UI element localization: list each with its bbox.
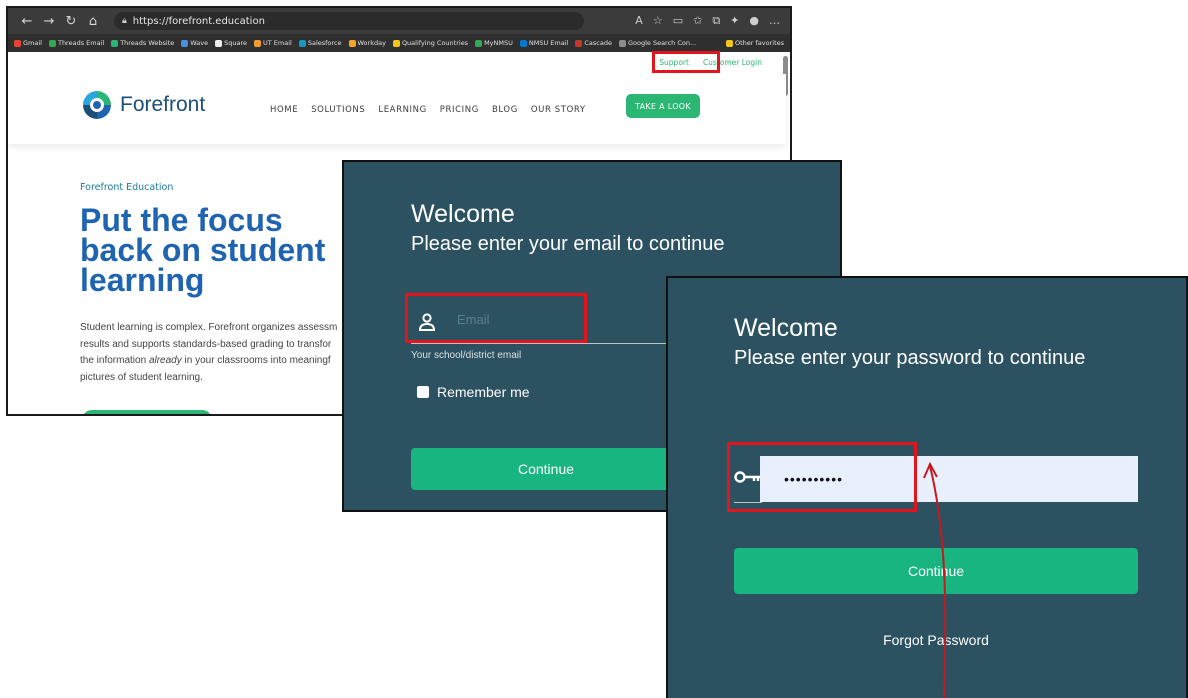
bookmarks-bar: Gmail Threads Email Threads Website Wave… xyxy=(8,34,790,52)
email-continue-button[interactable]: Continue xyxy=(411,448,681,490)
site-logo[interactable]: Forefront xyxy=(80,88,205,122)
more-icon[interactable]: … xyxy=(769,14,780,28)
collections-icon[interactable]: ⧉ xyxy=(712,14,720,28)
extensions-icon[interactable]: ✦ xyxy=(730,14,739,28)
nav-learning[interactable]: LEARNING xyxy=(378,105,426,115)
nav-home[interactable]: HOME xyxy=(270,105,298,115)
bookmark-item[interactable]: Workday xyxy=(348,39,386,47)
nav-pricing[interactable]: PRICING xyxy=(440,105,479,115)
hero-body-line: results and supports standards-based gra… xyxy=(80,338,332,350)
nav-solutions[interactable]: SOLUTIONS xyxy=(311,105,365,115)
hero-eyebrow: Forefront Education xyxy=(80,182,174,193)
bookmark-item[interactable]: Google Search Con... xyxy=(618,39,696,47)
favorites-icon[interactable]: ✩ xyxy=(693,14,702,28)
home-icon[interactable]: ⌂ xyxy=(82,14,104,29)
lock-icon: 🔒︎ xyxy=(122,16,127,26)
remember-me[interactable]: Remember me xyxy=(417,384,530,400)
browser-actions: A ☆ ▭ ✩ ⧉ ✦ ● … xyxy=(635,14,790,28)
email-helper-text: Your school/district email xyxy=(411,350,522,361)
hero-body: Student learning is complex. Forefront o… xyxy=(80,320,380,386)
remember-me-label: Remember me xyxy=(437,384,530,400)
bookmark-item[interactable]: Gmail xyxy=(14,39,42,47)
address-text: https://forefront.education xyxy=(132,15,265,27)
forgot-password-link[interactable]: Forgot Password xyxy=(734,632,1138,648)
favorite-star-icon[interactable]: ☆ xyxy=(653,14,663,28)
bookmark-item[interactable]: Wave xyxy=(181,39,208,47)
split-screen-icon[interactable]: ▭ xyxy=(673,14,683,28)
bookmark-item[interactable]: NMSU Email xyxy=(519,39,568,47)
hero-title: Put the focus back on student learning xyxy=(80,202,326,298)
bookmark-item[interactable]: Qualifying Countries xyxy=(392,39,468,47)
hero-body-line: the information already in your classroo… xyxy=(80,355,331,366)
forward-icon[interactable]: → xyxy=(38,14,60,29)
password-prompt: Please enter your password to continue xyxy=(734,347,1086,369)
take-a-look-button[interactable]: TAKE A LOOK xyxy=(626,94,700,118)
address-bar[interactable]: 🔒︎ https://forefront.education xyxy=(114,12,584,30)
read-aloud-icon[interactable]: A xyxy=(635,14,643,28)
bookmark-item[interactable]: Salesforce xyxy=(298,39,342,47)
welcome-heading: Welcome xyxy=(411,200,515,228)
forefront-logo-icon xyxy=(83,91,111,119)
back-icon[interactable]: ← xyxy=(16,14,38,29)
remember-me-checkbox[interactable] xyxy=(417,386,429,398)
bookmark-item[interactable]: MyNMSU xyxy=(475,39,513,47)
browser-toolbar: ← → ↻ ⌂ 🔒︎ https://forefront.education A… xyxy=(8,8,790,34)
hero-body-line: pictures of student learning. xyxy=(80,371,203,383)
main-nav: HOME SOLUTIONS LEARNING PRICING BLOG OUR… xyxy=(270,105,586,115)
hero-body-line: Student learning is complex. Forefront o… xyxy=(80,322,338,333)
bookmark-item[interactable]: UT Email xyxy=(254,39,292,47)
bookmark-item[interactable]: Square xyxy=(215,39,247,47)
highlight-email-field xyxy=(405,293,587,343)
highlight-password-field xyxy=(727,442,917,512)
refresh-icon[interactable]: ↻ xyxy=(60,14,82,29)
profile-icon[interactable]: ● xyxy=(749,14,759,28)
site-header: Forefront HOME SOLUTIONS LEARNING PRICIN… xyxy=(8,74,786,144)
hero-cta-button[interactable] xyxy=(82,410,212,414)
nav-blog[interactable]: BLOG xyxy=(492,105,518,115)
welcome-heading: Welcome xyxy=(734,314,838,342)
bookmark-item[interactable]: Threads Website xyxy=(111,39,174,47)
logo-text: Forefront xyxy=(120,93,206,116)
other-favorites[interactable]: Other favorites xyxy=(725,39,790,47)
nav-our-story[interactable]: OUR STORY xyxy=(531,105,586,115)
bookmark-item[interactable]: Threads Email xyxy=(48,39,104,47)
bookmark-item[interactable]: Cascade xyxy=(575,39,612,47)
password-continue-button[interactable]: Continue xyxy=(734,548,1138,594)
email-prompt: Please enter your email to continue xyxy=(411,233,725,255)
highlight-customer-login xyxy=(652,51,720,73)
